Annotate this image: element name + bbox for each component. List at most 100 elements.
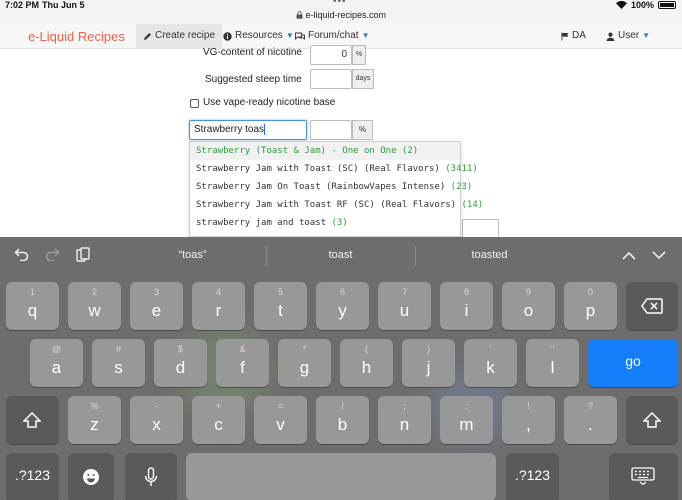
dictation-key[interactable] — [125, 453, 177, 500]
multitasking-dots[interactable]: ••• — [333, 0, 347, 7]
user-icon — [606, 32, 615, 41]
nav-resources[interactable]: Resources ▼ — [223, 24, 294, 48]
emoji-key[interactable] — [68, 453, 114, 500]
predictive-bar: “toas” toast toasted — [0, 237, 682, 275]
vg-content-input[interactable]: 0 — [310, 45, 352, 65]
chevron-down-icon: ▼ — [642, 31, 651, 40]
steep-unit-addon: days — [352, 69, 374, 89]
battery-percent: 100% — [630, 0, 654, 10]
nav-create-label: Create recipe — [155, 30, 216, 41]
prediction-word[interactable]: toast — [288, 249, 393, 261]
status-right: 100% — [615, 0, 676, 10]
key-f[interactable]: & f — [216, 339, 269, 387]
key-d[interactable]: $ d — [154, 339, 207, 387]
screen: { "status": { "time": "7:02 PM", "date":… — [0, 0, 682, 500]
vg-content-label: VG-content of nicotine — [203, 47, 302, 58]
key-c[interactable]: + c — [192, 396, 245, 444]
numbers-key-left[interactable]: .?123 — [6, 453, 59, 500]
numbers-key-right[interactable]: .?123 — [506, 453, 559, 500]
status-date: Thu Jun 5 — [42, 0, 85, 10]
key-g[interactable]: * g — [278, 339, 331, 387]
flavor-search-text: Strawberry toas — [194, 124, 265, 135]
address-bar[interactable]: e-liquid-recipes.com — [0, 10, 682, 20]
shift-icon — [643, 412, 661, 428]
url-text: e-liquid-recipes.com — [305, 10, 387, 20]
prediction-divider — [266, 246, 267, 266]
key-n[interactable]: ; n — [378, 396, 431, 444]
nav-language-label: DA — [572, 30, 586, 41]
key-i[interactable]: 8i — [440, 282, 493, 330]
chevron-down-icon[interactable] — [652, 251, 666, 260]
suggestion-item[interactable]: Strawberry (Toast & Jam) - One on One (2… — [190, 142, 460, 160]
suggestion-item[interactable]: Strawberry Jam with Toast (SC) (Real Fla… — [190, 160, 478, 178]
status-bar: 7:02 PM Thu Jun 5 ••• e-liquid-recipes.c… — [0, 0, 682, 24]
nav-language[interactable]: DA — [561, 24, 586, 48]
key-b[interactable]: / b — [316, 396, 369, 444]
key-a[interactable]: @ a — [30, 339, 83, 387]
key-p[interactable]: 0p — [564, 282, 617, 330]
shift-icon — [23, 412, 41, 428]
prediction-literal[interactable]: “toas” — [140, 249, 245, 261]
key-k[interactable]: ’ k — [464, 339, 517, 387]
key-o[interactable]: 9o — [502, 282, 555, 330]
go-key[interactable]: go — [588, 339, 678, 387]
key-s[interactable]: # s — [92, 339, 145, 387]
shift-key-right[interactable] — [626, 396, 678, 444]
key-comma[interactable]: !, — [502, 396, 555, 444]
nav-resources-label: Resources — [235, 30, 283, 41]
chat-icon — [295, 32, 305, 40]
flavor-search-input[interactable]: Strawberry toas — [189, 120, 307, 140]
suggestion-item[interactable]: Strawberry Jam with Toast RF (SC) (Real … — [190, 196, 483, 214]
key-j[interactable]: ) j — [402, 339, 455, 387]
lock-icon — [296, 11, 303, 19]
suggestion-item[interactable]: strawberry jam and toast (3) — [190, 214, 460, 232]
key-u[interactable]: 7u — [378, 282, 431, 330]
status-time: 7:02 PM — [5, 0, 40, 10]
vg-unit-addon: % — [352, 45, 366, 65]
redo-icon[interactable] — [44, 247, 60, 261]
key-v[interactable]: = v — [254, 396, 307, 444]
key-e[interactable]: 3e — [130, 282, 183, 330]
text-cursor — [264, 123, 266, 135]
prediction-word[interactable]: toasted — [437, 249, 542, 261]
key-r[interactable]: 4r — [192, 282, 245, 330]
flavor-unit-addon: % — [352, 120, 373, 140]
key-m[interactable]: :m — [440, 396, 493, 444]
key-t[interactable]: 5t — [254, 282, 307, 330]
clipboard-icon[interactable] — [76, 247, 90, 263]
onscreen-keyboard: “toas” toast toasted 1q 2w 3e 4r 5t 6y 7… — [0, 237, 682, 500]
vape-ready-label: Use vape-ready nicotine base — [203, 97, 336, 108]
suggestion-item[interactable]: Strawberry Jam On Toast (RainbowVapes In… — [190, 178, 472, 196]
key-period[interactable]: ?. — [564, 396, 617, 444]
pencil-icon — [144, 32, 151, 40]
chevron-down-icon: ▼ — [285, 31, 294, 40]
brand-logo[interactable]: e-Liquid Recipes — [28, 29, 125, 44]
backspace-icon — [641, 298, 663, 314]
dismiss-keyboard-key[interactable] — [609, 453, 678, 500]
vape-ready-checkbox[interactable] — [190, 99, 199, 108]
nav-user-label: User — [618, 30, 640, 41]
key-l[interactable]: " l — [526, 339, 579, 387]
hidden-input-edge — [462, 219, 499, 237]
steep-time-label: Suggested steep time — [205, 74, 302, 85]
chevron-up-icon[interactable] — [622, 251, 636, 260]
nav-user[interactable]: User ▼ — [606, 24, 650, 48]
steep-time-input[interactable] — [310, 69, 352, 89]
flavor-percent-input[interactable] — [310, 120, 352, 140]
key-y[interactable]: 6y — [316, 282, 369, 330]
key-z[interactable]: % z — [68, 396, 121, 444]
nav-create-recipe[interactable]: Create recipe — [136, 24, 223, 48]
key-w[interactable]: 2w — [68, 282, 121, 330]
key-x[interactable]: -x — [130, 396, 183, 444]
undo-icon[interactable] — [14, 247, 30, 261]
keyboard-dismiss-icon — [631, 467, 655, 485]
backspace-key[interactable] — [626, 282, 678, 330]
key-q[interactable]: 1q — [6, 282, 59, 330]
autocomplete-dropdown: Strawberry (Toast & Jam) - One on One (2… — [189, 141, 483, 237]
space-key[interactable] — [186, 453, 496, 500]
prediction-divider — [415, 246, 416, 266]
battery-icon — [658, 1, 676, 9]
key-h[interactable]: (h — [340, 339, 393, 387]
flag-icon — [561, 32, 569, 40]
shift-key-left[interactable] — [6, 396, 59, 444]
